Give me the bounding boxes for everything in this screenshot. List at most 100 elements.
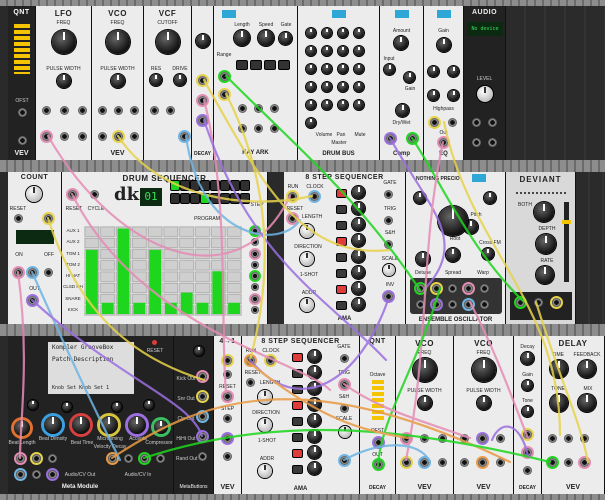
pan-knob[interactable] bbox=[322, 82, 332, 92]
jack[interactable] bbox=[14, 214, 23, 223]
jack[interactable] bbox=[28, 268, 37, 277]
addr-knob[interactable] bbox=[300, 298, 314, 312]
jack[interactable] bbox=[98, 106, 107, 115]
active-step-bar[interactable] bbox=[212, 271, 225, 314]
jack[interactable] bbox=[448, 300, 457, 309]
grid-cell[interactable] bbox=[195, 283, 210, 293]
step-gate-toggle[interactable] bbox=[336, 189, 347, 198]
drywet-knob[interactable] bbox=[396, 104, 409, 117]
step-gate-toggle[interactable] bbox=[292, 385, 303, 394]
jack[interactable] bbox=[42, 132, 51, 141]
level-knob[interactable] bbox=[477, 86, 493, 102]
jack[interactable] bbox=[480, 300, 489, 309]
jack[interactable] bbox=[438, 434, 447, 443]
length-knob[interactable] bbox=[258, 390, 272, 404]
jack[interactable] bbox=[130, 132, 139, 141]
grid-cell[interactable] bbox=[100, 238, 115, 248]
beat-length-knob[interactable] bbox=[14, 420, 30, 436]
row-output-jack[interactable] bbox=[251, 227, 259, 235]
mode-button[interactable] bbox=[264, 60, 276, 70]
program-button[interactable] bbox=[200, 180, 210, 191]
eq-knob[interactable] bbox=[428, 66, 439, 77]
grid-cell[interactable] bbox=[132, 249, 147, 259]
jack[interactable] bbox=[386, 134, 395, 143]
decay-knob[interactable] bbox=[521, 352, 534, 365]
grid-cell[interactable] bbox=[132, 226, 147, 237]
jack[interactable] bbox=[28, 296, 37, 305]
grid-cell[interactable] bbox=[100, 260, 115, 271]
jack[interactable] bbox=[98, 132, 107, 141]
step-knob[interactable] bbox=[308, 462, 321, 475]
jack[interactable] bbox=[198, 392, 207, 401]
jack[interactable] bbox=[478, 434, 487, 443]
meta-knob[interactable] bbox=[144, 400, 154, 410]
gain-knob[interactable] bbox=[437, 38, 451, 52]
jack[interactable] bbox=[564, 434, 573, 443]
button-knob[interactable] bbox=[194, 346, 204, 356]
jack[interactable] bbox=[416, 300, 425, 309]
pw-knob[interactable] bbox=[57, 74, 71, 88]
channel-knob[interactable] bbox=[306, 82, 316, 92]
jack[interactable] bbox=[220, 72, 229, 81]
program-button[interactable] bbox=[220, 193, 230, 204]
step-grid[interactable] bbox=[84, 226, 242, 316]
jack[interactable] bbox=[114, 106, 123, 115]
crossfm-knob[interactable] bbox=[482, 248, 494, 260]
jack[interactable] bbox=[198, 76, 207, 85]
beat-time-knob[interactable] bbox=[72, 416, 90, 434]
pw-knob[interactable] bbox=[477, 396, 491, 410]
row-output-jack[interactable] bbox=[251, 305, 259, 314]
jack[interactable] bbox=[44, 268, 53, 277]
grid-cell[interactable] bbox=[100, 283, 115, 293]
jack[interactable] bbox=[374, 460, 383, 469]
output-jack[interactable] bbox=[18, 136, 27, 145]
grid-cell[interactable] bbox=[195, 238, 210, 248]
jack[interactable] bbox=[78, 106, 87, 115]
cutoff-knob[interactable] bbox=[156, 30, 180, 54]
step-gate-toggle[interactable] bbox=[292, 369, 303, 378]
pan-knob[interactable] bbox=[322, 46, 332, 56]
step-knob[interactable] bbox=[308, 398, 321, 411]
row-output-jack[interactable] bbox=[251, 249, 259, 258]
channel-knob[interactable] bbox=[306, 118, 316, 128]
jack[interactable] bbox=[60, 132, 69, 141]
jack[interactable] bbox=[223, 370, 232, 379]
jack[interactable] bbox=[198, 432, 207, 441]
patch-screen[interactable]: Kompler GrooveBox Patch Description Knob… bbox=[48, 342, 134, 394]
grid-cell[interactable] bbox=[195, 294, 210, 304]
direction-knob[interactable] bbox=[258, 418, 272, 432]
jack[interactable] bbox=[534, 298, 543, 307]
jack[interactable] bbox=[340, 380, 349, 389]
row-output-jack[interactable] bbox=[251, 238, 259, 247]
jack[interactable] bbox=[548, 434, 557, 443]
jack[interactable] bbox=[564, 458, 573, 467]
channel-knob[interactable] bbox=[306, 100, 316, 110]
step-gate-toggle[interactable] bbox=[336, 285, 347, 294]
jack[interactable] bbox=[32, 454, 41, 463]
step-gate-toggle[interactable] bbox=[292, 449, 303, 458]
active-step-bar[interactable] bbox=[133, 302, 146, 314]
jack[interactable] bbox=[16, 454, 25, 463]
direction-knob[interactable] bbox=[300, 252, 314, 266]
root-knob[interactable] bbox=[438, 206, 468, 236]
step-gate-toggle[interactable] bbox=[292, 401, 303, 410]
pan-knob[interactable] bbox=[354, 46, 364, 56]
program-button[interactable] bbox=[210, 180, 220, 191]
jack[interactable] bbox=[114, 132, 123, 141]
program-button[interactable] bbox=[200, 193, 210, 204]
jack[interactable] bbox=[198, 116, 207, 125]
grid-cell[interactable] bbox=[84, 238, 100, 248]
jack[interactable] bbox=[472, 118, 481, 127]
grid-cell[interactable] bbox=[211, 249, 226, 259]
jack[interactable] bbox=[238, 124, 247, 133]
grid-cell[interactable] bbox=[179, 226, 194, 237]
grid-cell[interactable] bbox=[179, 271, 194, 282]
jack[interactable] bbox=[270, 124, 279, 133]
jack[interactable] bbox=[238, 104, 247, 113]
step-gate-toggle[interactable] bbox=[336, 301, 347, 310]
jack[interactable] bbox=[432, 284, 441, 293]
active-step-bar[interactable] bbox=[117, 228, 130, 315]
pw-knob[interactable] bbox=[111, 74, 125, 88]
grid-cell[interactable] bbox=[179, 238, 194, 248]
mode-button[interactable] bbox=[278, 60, 290, 70]
